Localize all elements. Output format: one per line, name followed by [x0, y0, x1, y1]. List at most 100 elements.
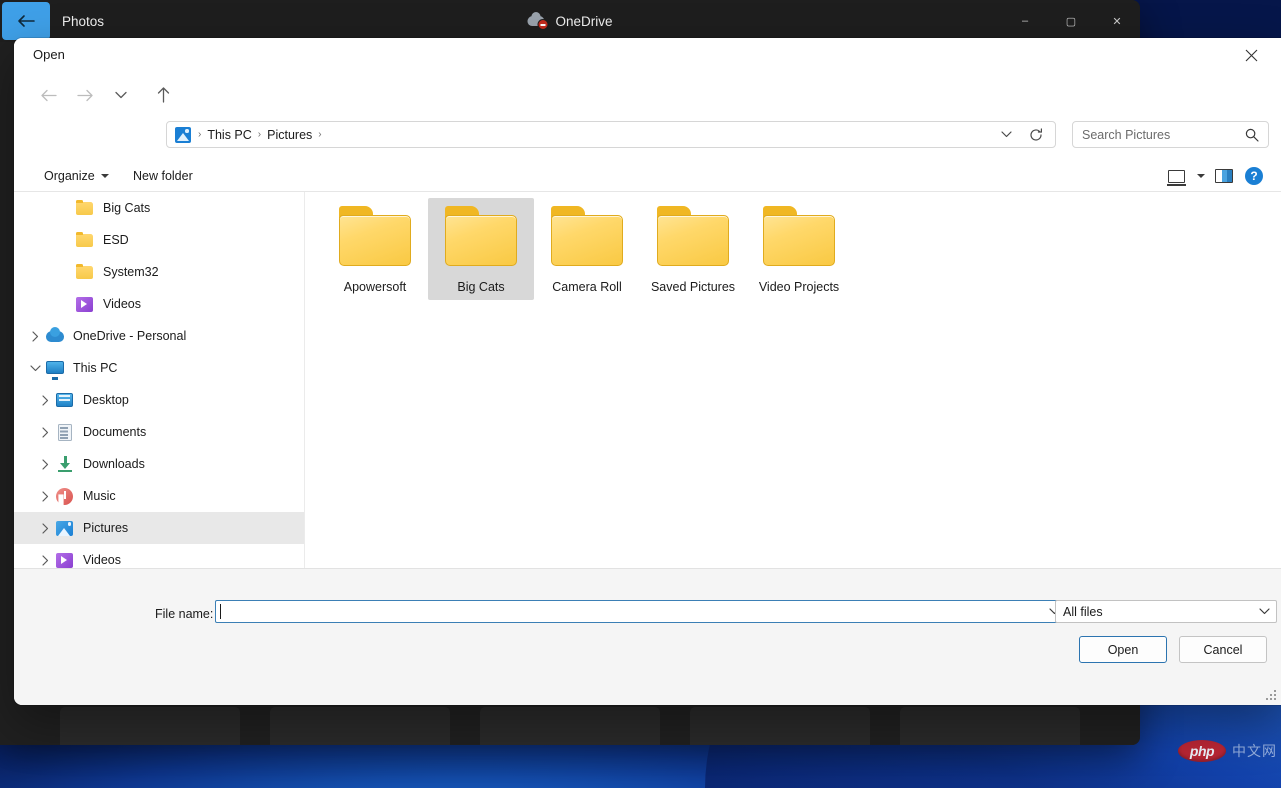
photos-thumbnail-tile[interactable] [60, 707, 240, 745]
file-item[interactable]: Video Projects [746, 198, 852, 300]
organize-button[interactable]: Organize [38, 164, 115, 188]
photos-thumbnail-strip [60, 707, 1080, 745]
dialog-titlebar: Open [14, 38, 1281, 72]
open-button[interactable]: Open [1079, 636, 1167, 663]
photos-thumbnail-tile[interactable] [270, 707, 450, 745]
watermark: php 中文网 [1178, 740, 1277, 762]
minimize-button[interactable]: – [1002, 0, 1048, 42]
chevron-right-icon[interactable] [34, 555, 56, 566]
sidebar-item-label: Downloads [83, 457, 145, 471]
new-folder-button[interactable]: New folder [127, 164, 199, 188]
cancel-button[interactable]: Cancel [1179, 636, 1267, 663]
file-item[interactable]: Big Cats [428, 198, 534, 300]
chevron-right-icon[interactable] [24, 331, 46, 342]
sidebar-item-onedrive-personal[interactable]: OneDrive - Personal [14, 320, 304, 352]
search-icon[interactable] [1240, 122, 1264, 147]
sidebar-item-system32[interactable]: System32 [14, 256, 304, 288]
nav-back-button[interactable] [33, 79, 65, 111]
dialog-title: Open [33, 47, 65, 62]
sidebar-item-this-pc[interactable]: This PC [14, 352, 304, 384]
sidebar-item-videos[interactable]: Videos [14, 544, 304, 568]
nav-up-button[interactable] [147, 79, 179, 111]
folder-icon [76, 263, 94, 281]
sidebar-item-label: System32 [103, 265, 159, 279]
filename-label: File name: [155, 607, 213, 621]
sidebar-item-label: This PC [73, 361, 117, 375]
breadcrumb-this-pc[interactable]: This PC [203, 128, 255, 142]
breadcrumb-separator: › [316, 129, 323, 140]
pictures-folder-icon [175, 127, 191, 143]
search-box[interactable] [1072, 121, 1269, 148]
dialog-navigation-bar [14, 72, 1281, 118]
new-folder-label: New folder [133, 169, 193, 183]
photos-thumbnail-tile[interactable] [690, 707, 870, 745]
sidebar-item-label: Pictures [83, 521, 128, 535]
documents-icon [56, 423, 74, 441]
watermark-text: 中文网 [1232, 741, 1277, 761]
close-icon[interactable] [1233, 41, 1269, 69]
chevron-down-icon[interactable] [24, 365, 46, 372]
view-layout-icon[interactable] [1168, 164, 1185, 188]
back-arrow-icon[interactable] [2, 2, 50, 40]
search-input[interactable] [1073, 127, 1228, 143]
maximize-button[interactable]: ▢ [1048, 0, 1094, 42]
chevron-right-icon[interactable] [34, 427, 56, 438]
file-item-label: Camera Roll [552, 280, 621, 294]
file-item[interactable]: Apowersoft [322, 198, 428, 300]
sidebar-item-esd[interactable]: ESD [14, 224, 304, 256]
folder-icon [443, 206, 519, 268]
nav-forward-button[interactable] [69, 79, 101, 111]
photos-thumbnail-tile[interactable] [480, 707, 660, 745]
filename-input[interactable] [216, 604, 1036, 620]
file-list-pane[interactable]: Apowersoft Big Cats Camera Roll Saved Pictu… [306, 192, 1281, 568]
onedrive-status[interactable]: OneDrive [527, 13, 612, 29]
file-item-label: Apowersoft [344, 280, 407, 294]
sidebar-item-downloads[interactable]: Downloads [14, 448, 304, 480]
address-bar[interactable]: › This PC › Pictures › [166, 121, 1056, 148]
photos-thumbnail-tile[interactable] [900, 707, 1080, 745]
folder-icon [655, 206, 731, 268]
chevron-right-icon[interactable] [34, 523, 56, 534]
file-item-label: Big Cats [457, 280, 504, 294]
cloud-icon [46, 327, 64, 345]
sidebar-item-desktop[interactable]: Desktop [14, 384, 304, 416]
open-file-dialog: Open › This PC › Pictures › [14, 38, 1281, 705]
chevron-down-icon[interactable] [1254, 601, 1274, 622]
file-grid: Apowersoft Big Cats Camera Roll Saved Pictu… [322, 198, 852, 300]
folder-icon [76, 231, 94, 249]
nav-recent-locations-button[interactable] [105, 79, 137, 111]
chevron-right-icon[interactable] [34, 491, 56, 502]
breadcrumb-pictures[interactable]: Pictures [263, 128, 316, 142]
close-button[interactable]: ✕ [1094, 0, 1140, 42]
navigation-pane-list: Big CatsESD System32 Videos OneDrive - Pers… [14, 192, 304, 568]
sidebar-item-music[interactable]: Music [14, 480, 304, 512]
organize-label: Organize [44, 169, 95, 183]
chevron-right-icon[interactable] [34, 459, 56, 470]
sidebar-item-pictures[interactable]: Pictures [14, 512, 304, 544]
filename-field[interactable] [215, 600, 1067, 623]
onedrive-cloud-error-icon [527, 13, 547, 29]
chevron-down-icon[interactable] [993, 122, 1019, 147]
sidebar-item-label: OneDrive - Personal [73, 329, 186, 343]
file-item[interactable]: Camera Roll [534, 198, 640, 300]
sidebar-item-documents[interactable]: Documents [14, 416, 304, 448]
help-icon[interactable]: ? [1245, 164, 1263, 188]
resize-grip[interactable] [1266, 690, 1278, 702]
filetype-dropdown[interactable]: All files [1055, 600, 1277, 623]
sidebar-item-label: Videos [83, 553, 121, 567]
file-item[interactable]: Saved Pictures [640, 198, 746, 300]
sidebar-item-videos[interactable]: Videos [14, 288, 304, 320]
photos-window-controls: – ▢ ✕ [1002, 0, 1140, 42]
preview-pane-icon[interactable] [1215, 164, 1233, 188]
refresh-icon[interactable] [1023, 122, 1049, 147]
sidebar-item-label: Desktop [83, 393, 129, 407]
caret-down-icon [101, 174, 109, 178]
pc-icon [46, 359, 64, 377]
videos-icon [76, 295, 94, 313]
caret-down-icon[interactable] [1197, 164, 1205, 188]
photos-window-title: Photos [62, 14, 104, 29]
sidebar-item-label: Documents [83, 425, 146, 439]
sidebar-item-big-cats[interactable]: Big Cats [14, 192, 304, 224]
chevron-right-icon[interactable] [34, 395, 56, 406]
text-cursor [220, 604, 221, 619]
